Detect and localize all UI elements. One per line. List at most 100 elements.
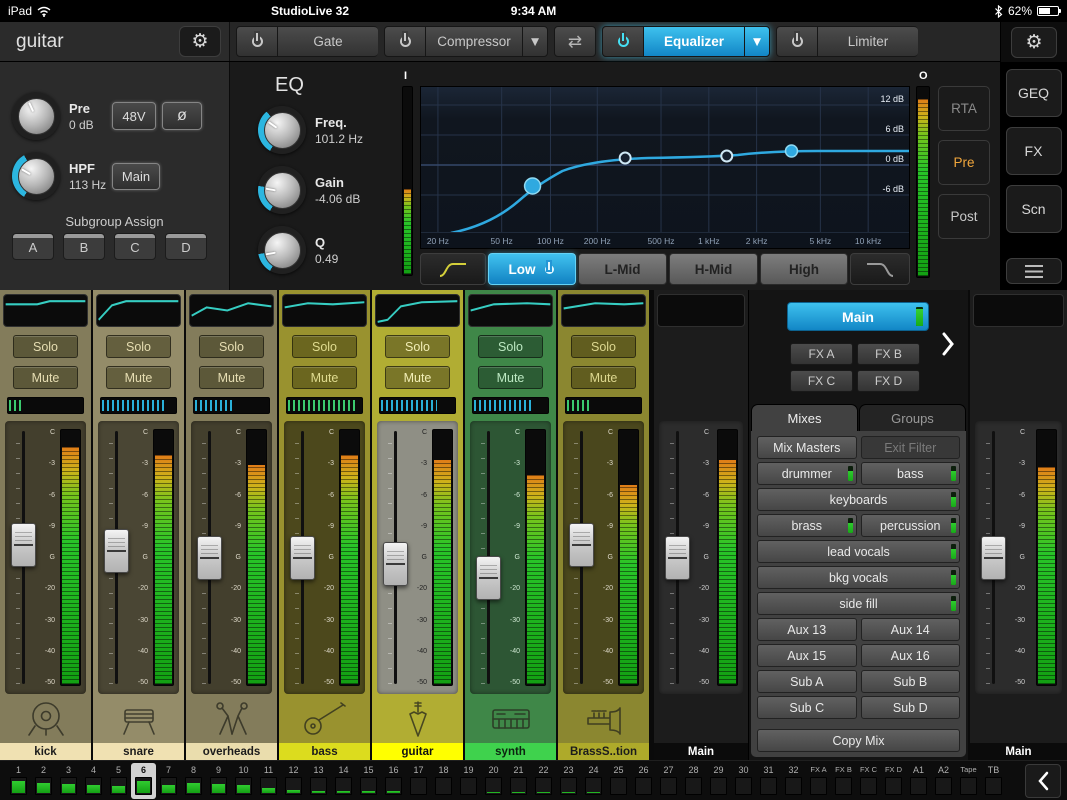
mix-button-aux-16[interactable]: Aux 16 [861,644,961,667]
eq-curve-graph[interactable]: 12 dB6 dB0 dB-6 dB 20 Hz50 Hz100 Hz200 H… [420,86,910,249]
channel-strip-brasss-tion[interactable]: Solo Mute C-3-6-9G-20-30-40-50 BrassS..t… [558,290,651,760]
bottom-channel-13[interactable]: 13 [306,763,331,799]
bottom-channel-23[interactable]: 23 [556,763,581,799]
bottom-channel-4[interactable]: 4 [81,763,106,799]
fader-handle[interactable] [11,523,36,567]
bottom-channel-tape[interactable]: Tape [956,763,981,799]
channel-scribble-display[interactable] [96,294,181,327]
mute-button[interactable]: Mute [571,366,636,389]
mix-button-keyboards[interactable]: keyboards [757,488,960,511]
solo-button[interactable]: Solo [385,335,450,358]
subgroup-c-button[interactable]: C [114,233,156,260]
mix-button-sub-a[interactable]: Sub A [757,670,857,693]
polarity-invert-button[interactable]: ø [162,102,202,130]
bottom-channel-9[interactable]: 9 [206,763,231,799]
bottom-channel-21[interactable]: 21 [506,763,531,799]
mix-button-lead-vocals[interactable]: lead vocals [757,540,960,563]
bottom-channel-28[interactable]: 28 [681,763,706,799]
fader-handle[interactable] [981,536,1006,580]
channel-strip-main[interactable]: C-3-6-9G-20-30-40-50 Main [654,290,748,760]
mix-button-brass[interactable]: brass [757,514,857,537]
post-button[interactable]: Post [938,194,990,239]
fader-handle[interactable] [104,529,129,573]
mix-button-aux-14[interactable]: Aux 14 [861,618,961,641]
channel-strip-bass[interactable]: Solo Mute C-3-6-9G-20-30-40-50 bass [279,290,372,760]
bottom-channel-16[interactable]: 16 [381,763,406,799]
solo-button[interactable]: Solo [106,335,171,358]
pre-button[interactable]: Pre [938,140,990,185]
channel-scribble-display[interactable] [189,294,274,327]
solo-button[interactable]: Solo [571,335,636,358]
bottom-channel-20[interactable]: 20 [481,763,506,799]
channel-scribble-display[interactable] [375,294,460,327]
fader-handle[interactable] [569,523,594,567]
preamp-gain-knob[interactable]: Pre 0 dB [12,92,94,140]
groups-tab[interactable]: Groups [859,404,966,431]
subgroup-b-button[interactable]: B [63,233,105,260]
l-mid-band-tab[interactable]: L-Mid [578,253,667,285]
fx-b-button[interactable]: FX B [857,343,920,365]
bottom-channel-1[interactable]: 1 [6,763,31,799]
mute-button[interactable]: Mute [106,366,171,389]
bottom-channel-15[interactable]: 15 [356,763,381,799]
mute-button[interactable]: Mute [385,366,450,389]
bottom-channel-27[interactable]: 27 [656,763,681,799]
bottom-channel-26[interactable]: 26 [631,763,656,799]
fader-handle[interactable] [290,536,315,580]
bottom-channel-5[interactable]: 5 [106,763,131,799]
channel-scribble-display[interactable] [468,294,553,327]
bottom-channel-7[interactable]: 7 [156,763,181,799]
subgroup-d-button[interactable]: D [165,233,207,260]
channel-strip-snare[interactable]: Solo Mute C-3-6-9G-20-30-40-50 snare [93,290,186,760]
mix-button-sub-b[interactable]: Sub B [861,670,961,693]
bottom-channel-17[interactable]: 17 [406,763,431,799]
bottom-channel-30[interactable]: 30 [731,763,756,799]
bottom-channel-fx-d[interactable]: FX D [881,763,906,799]
mix-button-aux-15[interactable]: Aux 15 [757,644,857,667]
ab-compare-button[interactable]: ⇄ [554,26,596,57]
fader-handle[interactable] [383,542,408,586]
mute-button[interactable]: Mute [199,366,264,389]
mix-button-percussion[interactable]: percussion [861,514,961,537]
main-assign-button[interactable]: Main [112,163,160,190]
subgroup-a-button[interactable]: A [12,233,54,260]
channel-strip-main[interactable]: C-3-6-9G-20-30-40-50 Main [970,290,1067,760]
gate-power-button[interactable] [236,26,278,57]
global-settings-button[interactable]: ⚙ [1011,27,1057,58]
fx-button[interactable]: FX [1006,127,1062,175]
fx-a-button[interactable]: FX A [790,343,853,365]
bottom-channel-fx-a[interactable]: FX A [806,763,831,799]
mix-button-bkg-vocals[interactable]: bkg vocals [757,566,960,589]
fx-c-button[interactable]: FX C [790,370,853,392]
bottom-channel-a2[interactable]: A2 [931,763,956,799]
mix-button-copy-mix[interactable]: Copy Mix [757,729,960,752]
channel-strip-kick[interactable]: Solo Mute C-3-6-9G-20-30-40-50 kick [0,290,93,760]
gate-button[interactable]: Gate [278,26,378,57]
main-mix-button[interactable]: Main [787,302,929,331]
solo-button[interactable]: Solo [292,335,357,358]
low-band-tab[interactable]: Low [488,253,576,285]
fader-handle[interactable] [665,536,690,580]
bottom-channel-22[interactable]: 22 [531,763,556,799]
eq-freq-knob[interactable]: Freq. 101.2 Hz [258,106,363,154]
channel-list-button[interactable] [1006,258,1062,284]
solo-button[interactable]: Solo [13,335,78,358]
solo-button[interactable]: Solo [478,335,543,358]
channel-scribble-display[interactable] [282,294,367,327]
bottom-channel-11[interactable]: 11 [256,763,281,799]
equalizer-dropdown-button[interactable]: ▼ [744,26,770,57]
channel-strip-overheads[interactable]: Solo Mute C-3-6-9G-20-30-40-50 overheads [186,290,279,760]
channel-scribble-display[interactable] [973,294,1064,327]
bottom-channel-24[interactable]: 24 [581,763,606,799]
fader-handle[interactable] [197,536,222,580]
bottom-channel-12[interactable]: 12 [281,763,306,799]
mute-button[interactable]: Mute [292,366,357,389]
channel-scribble-display[interactable] [561,294,646,327]
bottom-channel-32[interactable]: 32 [781,763,806,799]
limiter-power-button[interactable] [776,26,818,57]
high-band-tab[interactable]: High [760,253,848,285]
limiter-button[interactable]: Limiter [818,26,918,57]
mix-button-bass[interactable]: bass [861,462,961,485]
eq-gain-knob[interactable]: Gain -4.06 dB [258,166,360,214]
bottom-channel-3[interactable]: 3 [56,763,81,799]
